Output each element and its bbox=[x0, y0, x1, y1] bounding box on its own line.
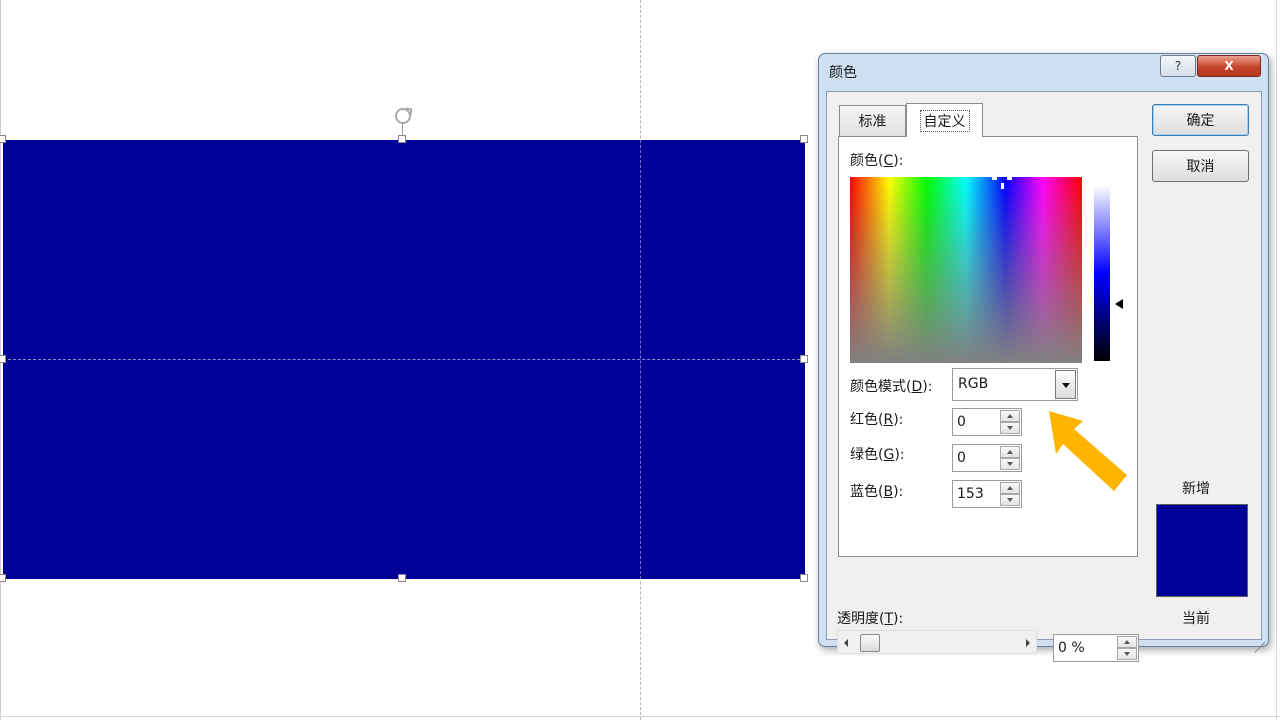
tab-custom[interactable]: 自定义 bbox=[906, 103, 983, 137]
close-button[interactable]: X bbox=[1197, 55, 1261, 77]
selected-rectangle-shape[interactable] bbox=[0, 135, 808, 582]
resize-handle-top-right[interactable] bbox=[800, 135, 808, 143]
resize-handle-middle-left[interactable] bbox=[0, 355, 6, 363]
resize-handle-top-center[interactable] bbox=[398, 135, 406, 143]
red-up-arrow-icon[interactable] bbox=[1000, 410, 1020, 422]
cancel-button[interactable]: 取消 bbox=[1152, 150, 1249, 182]
red-value: 0 bbox=[957, 414, 966, 430]
resize-handle-middle-right[interactable] bbox=[800, 355, 808, 363]
help-icon: ? bbox=[1174, 59, 1182, 73]
dialog-client-area: 标准 自定义 颜色(C): 颜色模式(D): RGB 红色(R): 0 绿色(G… bbox=[826, 91, 1262, 662]
resize-handle-bottom-right[interactable] bbox=[800, 574, 808, 582]
tab-standard-label: 标准 bbox=[858, 114, 887, 130]
tab-standard[interactable]: 标准 bbox=[839, 105, 906, 136]
slide-right-edge bbox=[1276, 0, 1277, 720]
colors-label: 颜色(C): bbox=[850, 153, 904, 169]
red-label: 红色(R): bbox=[850, 412, 904, 428]
vertical-guide-line-over-shape bbox=[640, 140, 641, 579]
resize-handle-top-left[interactable] bbox=[0, 135, 6, 143]
green-down-arrow-icon[interactable] bbox=[1000, 458, 1020, 470]
color-dialog: 颜色 ? X 标准 自定义 颜色(C): 颜色模式(D): RGB 红色(R):… bbox=[818, 53, 1269, 662]
chevron-down-icon[interactable] bbox=[1055, 370, 1076, 399]
blue-value: 153 bbox=[957, 486, 984, 502]
green-up-arrow-icon[interactable] bbox=[1000, 446, 1020, 458]
transparency-up-arrow-icon[interactable] bbox=[1117, 636, 1137, 648]
close-icon: X bbox=[1224, 59, 1234, 73]
tab-custom-label: 自定义 bbox=[919, 109, 970, 132]
transparency-value: 0 % bbox=[1058, 640, 1085, 656]
green-label: 绿色(G): bbox=[850, 447, 905, 463]
luminance-pointer-icon[interactable] bbox=[1115, 299, 1123, 309]
luminance-slider[interactable] bbox=[1094, 185, 1110, 361]
transparency-label: 透明度(T): bbox=[837, 611, 904, 627]
rotate-handle-icon[interactable] bbox=[395, 108, 411, 124]
color-model-value: RGB bbox=[958, 376, 989, 392]
blue-spinner[interactable]: 153 bbox=[952, 480, 1022, 508]
new-color-label: 新增 bbox=[1182, 481, 1210, 497]
dialog-title: 颜色 bbox=[829, 65, 857, 81]
transparency-slider-thumb[interactable] bbox=[860, 634, 880, 652]
ok-button-label: 确定 bbox=[1186, 113, 1215, 129]
slider-left-arrow-icon[interactable] bbox=[844, 639, 848, 647]
red-down-arrow-icon[interactable] bbox=[1000, 422, 1020, 434]
ok-button[interactable]: 确定 bbox=[1152, 104, 1249, 136]
transparency-spinner[interactable]: 0 % bbox=[1053, 634, 1139, 662]
green-spinner[interactable]: 0 bbox=[952, 444, 1022, 472]
blue-down-arrow-icon[interactable] bbox=[1000, 494, 1020, 506]
swatch-frame bbox=[1156, 504, 1248, 597]
cancel-button-label: 取消 bbox=[1186, 159, 1215, 175]
arrow-callout-icon bbox=[1049, 411, 1127, 491]
slider-right-arrow-icon[interactable] bbox=[1026, 639, 1030, 647]
green-value: 0 bbox=[957, 450, 966, 466]
color-spectrum-picker[interactable] bbox=[850, 177, 1082, 363]
blue-up-arrow-icon[interactable] bbox=[1000, 482, 1020, 494]
resize-handle-bottom-center[interactable] bbox=[398, 574, 406, 582]
red-spinner[interactable]: 0 bbox=[952, 408, 1022, 436]
color-model-select[interactable]: RGB bbox=[952, 368, 1078, 401]
transparency-down-arrow-icon[interactable] bbox=[1117, 648, 1137, 660]
current-color-label: 当前 bbox=[1182, 611, 1210, 627]
transparency-slider[interactable] bbox=[837, 630, 1037, 654]
blue-label: 蓝色(B): bbox=[850, 484, 904, 500]
help-button[interactable]: ? bbox=[1160, 55, 1196, 77]
spectrum-crosshair-icon[interactable] bbox=[992, 177, 1012, 191]
horizontal-guide-line bbox=[3, 359, 805, 360]
resize-handle-bottom-left[interactable] bbox=[0, 574, 6, 582]
resize-grip-icon[interactable] bbox=[1253, 631, 1265, 643]
color-model-label: 颜色模式(D): bbox=[850, 379, 933, 395]
